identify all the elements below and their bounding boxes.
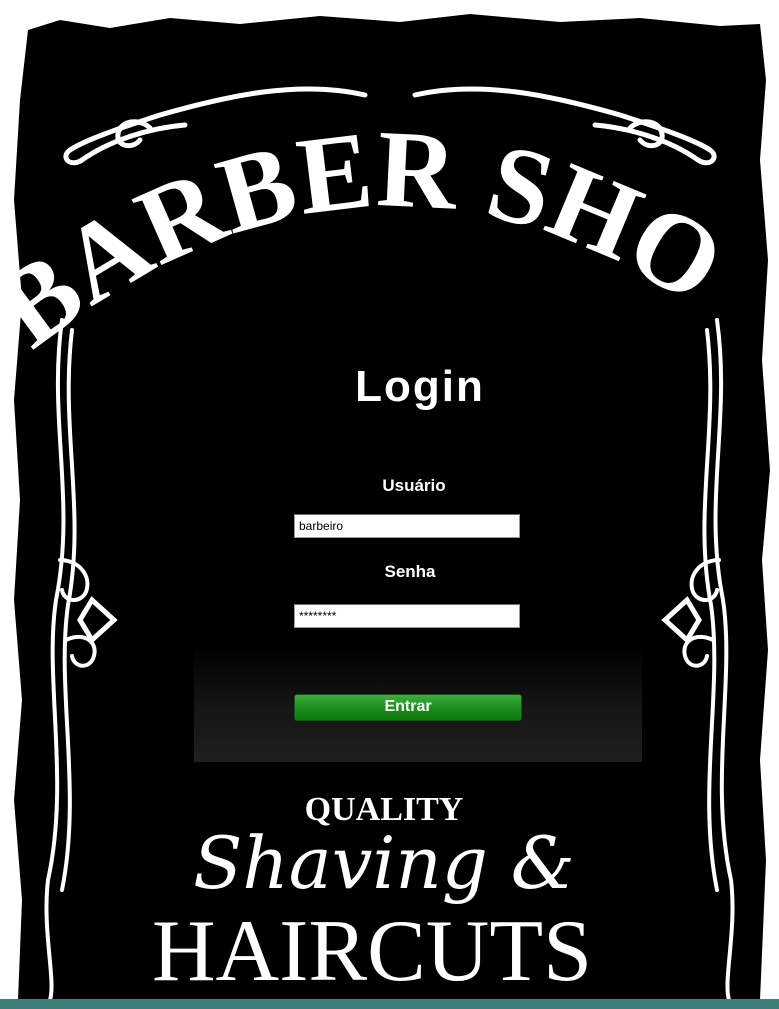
enter-button[interactable]: Entrar: [294, 694, 522, 721]
login-title: Login: [355, 362, 485, 411]
haircuts-text: HAIRCUTS: [152, 903, 592, 1000]
username-input[interactable]: [294, 514, 520, 538]
password-input[interactable]: [294, 604, 520, 628]
password-label: Senha: [384, 562, 436, 581]
bottom-color-strip: [0, 999, 779, 1009]
username-label: Usuário: [382, 476, 446, 495]
shaving-text: Shaving &: [193, 821, 575, 905]
